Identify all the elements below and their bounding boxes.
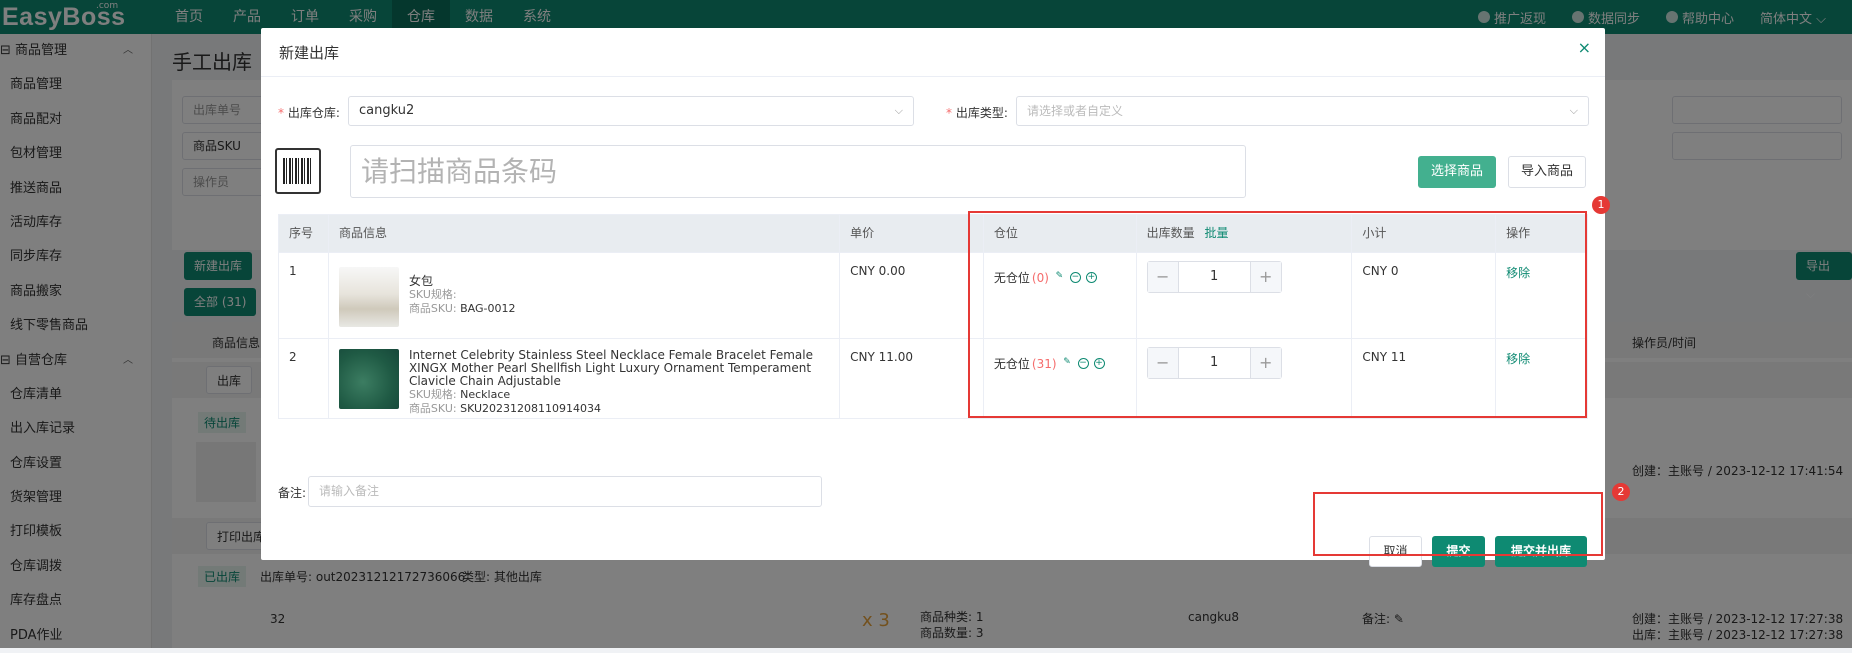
warehouse-select[interactable]: cangku2 ⌵ xyxy=(348,96,914,126)
barcode-icon xyxy=(275,148,321,194)
product-sku: 商品SKU: SKU20231208110914034 xyxy=(408,402,602,415)
outbound-type-label: * 出库类型: xyxy=(946,106,1008,120)
annotation-box-2 xyxy=(1313,492,1603,556)
product-spec: SKU规格: xyxy=(408,288,457,301)
dialog-divider xyxy=(261,76,1605,77)
warehouse-label: * 出库仓库: xyxy=(278,106,340,120)
product-thumbnail xyxy=(338,267,399,327)
row-seq: 2 xyxy=(279,339,329,418)
product-name: Internet Celebrity Stainless Steel Neckl… xyxy=(408,348,813,388)
close-icon[interactable]: × xyxy=(1578,38,1591,57)
outbound-type-select[interactable]: 请选择或者自定义 ⌵ xyxy=(1016,96,1589,126)
row-unit-price: CNY 11.00 xyxy=(840,339,984,418)
select-products-button[interactable]: 选择商品 xyxy=(1418,156,1496,188)
product-sku: 商品SKU: BAG-0012 xyxy=(408,302,516,315)
product-name: 女包 xyxy=(408,274,433,288)
col-seq: 序号 xyxy=(279,215,329,252)
remark-label: 备注: xyxy=(278,486,307,500)
chevron-down-icon: ⌵ xyxy=(1569,104,1578,117)
dialog-title: 新建出库 xyxy=(279,44,340,62)
import-products-button[interactable]: 导入商品 xyxy=(1508,156,1586,188)
product-name-block: Internet Celebrity Stainless Steel Neckl… xyxy=(409,349,829,416)
row-product-info: Internet Celebrity Stainless Steel Neckl… xyxy=(329,339,841,418)
remark-input[interactable]: 请输入备注 xyxy=(308,476,822,507)
row-seq: 1 xyxy=(279,253,329,338)
barcode-scan-input[interactable]: 请扫描商品条码 xyxy=(350,145,1246,198)
row-unit-price: CNY 0.00 xyxy=(840,253,984,338)
chevron-down-icon: ⌵ xyxy=(894,104,903,117)
product-thumbnail xyxy=(338,349,399,409)
col-product-info: 商品信息 xyxy=(329,215,841,252)
annotation-badge-2: 2 xyxy=(1612,483,1630,501)
row-product-info: 女包 SKU规格: 商品SKU: BAG-0012 xyxy=(329,253,841,338)
annotation-box-1 xyxy=(968,211,1587,418)
product-spec: SKU规格: Necklace xyxy=(408,388,511,401)
annotation-badge-1: 1 xyxy=(1592,196,1610,214)
col-unit-price: 单价 xyxy=(840,215,984,252)
product-name-block: 女包 SKU规格: 商品SKU: BAG-0012 xyxy=(409,275,829,316)
